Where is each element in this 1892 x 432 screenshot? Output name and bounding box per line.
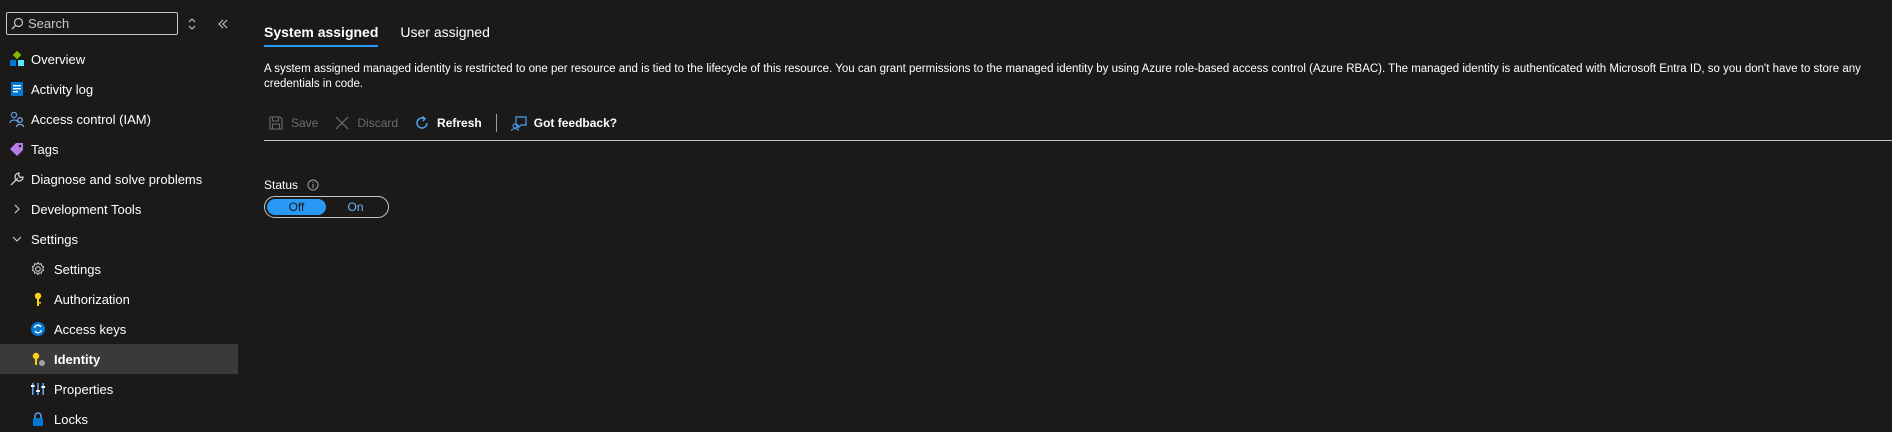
status-off-option[interactable]: Off	[267, 199, 326, 215]
status-label: Status	[264, 178, 299, 192]
refresh-label: Refresh	[437, 116, 482, 130]
app-window: Overview Activity log	[0, 0, 1892, 432]
tab-user-assigned[interactable]: User assigned	[400, 24, 490, 47]
sidebar-item-settings[interactable]: Settings	[0, 254, 238, 284]
sidebar-item-overview[interactable]: Overview	[0, 44, 238, 74]
sidebar-item-label: Settings	[31, 231, 78, 247]
wrench-icon	[8, 170, 26, 188]
search-icon	[11, 17, 24, 30]
sidebar: Overview Activity log	[0, 0, 238, 432]
search-box[interactable]	[6, 12, 178, 35]
key-icon	[29, 290, 47, 308]
tab-system-assigned[interactable]: System assigned	[264, 24, 379, 47]
activity-log-icon	[8, 80, 26, 98]
sort-updown-icon[interactable]	[182, 14, 202, 34]
sidebar-item-label: Properties	[54, 381, 114, 397]
toolbar-separator	[495, 114, 497, 132]
toolbar-divider	[264, 140, 1892, 141]
feedback-button[interactable]: Got feedback?	[510, 115, 618, 131]
search-input[interactable]	[28, 16, 168, 31]
sidebar-item-diagnose[interactable]: Diagnose and solve problems	[0, 164, 238, 194]
status-toggle[interactable]: Off On	[264, 196, 389, 218]
status-on-option[interactable]: On	[326, 199, 385, 215]
collapse-sidebar-icon[interactable]	[213, 14, 233, 34]
sidebar-item-identity[interactable]: Identity	[0, 344, 238, 374]
sidebar-item-iam[interactable]: Access control (IAM)	[0, 104, 238, 134]
sidebar-item-label: Authorization	[54, 291, 130, 307]
refresh-icon	[414, 115, 430, 131]
close-icon	[334, 115, 350, 131]
main-content: System assigned User assigned A system a…	[264, 0, 1892, 432]
discard-button[interactable]: Discard	[334, 115, 398, 131]
sidebar-item-access-keys[interactable]: Access keys	[0, 314, 238, 344]
chevron-right-icon	[8, 200, 26, 218]
sidebar-item-label: Overview	[31, 51, 86, 67]
save-icon	[268, 115, 284, 131]
lock-icon	[29, 410, 47, 428]
sidebar-item-label: Settings	[54, 261, 101, 277]
sidebar-item-label: Tags	[31, 141, 59, 157]
status-field: Status	[264, 178, 319, 192]
sidebar-item-locks[interactable]: Locks	[0, 404, 238, 432]
identity-icon	[29, 350, 47, 368]
access-keys-icon	[29, 320, 47, 338]
tab-bar: System assigned User assigned	[264, 24, 512, 47]
discard-label: Discard	[357, 116, 399, 130]
sidebar-group-development-tools[interactable]: Development Tools	[0, 194, 238, 224]
identity-description: A system assigned managed identity is re…	[264, 63, 1861, 90]
sidebar-item-label: Diagnose and solve problems	[31, 171, 203, 187]
tag-icon	[8, 140, 26, 158]
sidebar-item-label: Development Tools	[31, 201, 142, 217]
sidebar-item-authorization[interactable]: Authorization	[0, 284, 238, 314]
refresh-button[interactable]: Refresh	[414, 115, 482, 131]
info-icon[interactable]	[307, 179, 319, 191]
sidebar-group-settings[interactable]: Settings	[0, 224, 238, 254]
sidebar-item-label: Access control (IAM)	[31, 111, 151, 127]
gear-icon	[29, 260, 47, 278]
save-button[interactable]: Save	[268, 115, 318, 131]
overview-icon	[8, 50, 26, 68]
sidebar-item-properties[interactable]: Properties	[0, 374, 238, 404]
iam-icon	[8, 110, 26, 128]
search-row	[6, 12, 178, 35]
sidebar-item-label: Locks	[54, 411, 88, 427]
sidebar-item-activity-log[interactable]: Activity log	[0, 74, 238, 104]
properties-icon	[29, 380, 47, 398]
sidebar-item-label: Access keys	[54, 321, 127, 337]
sidebar-nav: Overview Activity log Access control (IA…	[0, 44, 238, 432]
sidebar-item-tags[interactable]: Tags	[0, 134, 238, 164]
save-label: Save	[291, 116, 319, 130]
sidebar-item-label: Activity log	[31, 81, 94, 97]
feedback-label: Got feedback?	[533, 116, 618, 130]
command-bar: Save Discard Refresh Got feedback?	[268, 113, 633, 133]
feedback-icon	[510, 115, 527, 131]
sidebar-item-label: Identity	[54, 351, 101, 367]
chevron-down-icon	[8, 230, 26, 248]
